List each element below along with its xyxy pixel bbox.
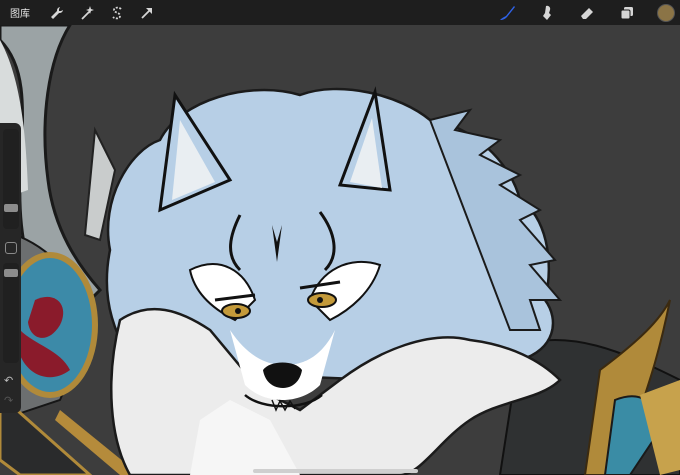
opacity-handle[interactable]	[4, 269, 18, 277]
modify-square-icon[interactable]	[5, 242, 17, 254]
brush-size-slider[interactable]	[3, 129, 19, 229]
top-toolbar: 图库	[0, 0, 680, 25]
color-swatch[interactable]	[657, 3, 675, 22]
brush-icon[interactable]	[497, 3, 517, 23]
layers-icon[interactable]	[617, 3, 637, 23]
home-indicator	[253, 469, 418, 473]
gallery-button[interactable]: 图库	[10, 5, 30, 20]
undo-arrow-icon[interactable]: ↶	[4, 374, 13, 387]
selection-s-icon[interactable]	[108, 4, 126, 22]
opacity-slider[interactable]	[3, 263, 19, 363]
wrench-icon[interactable]	[48, 4, 66, 22]
smudge-icon[interactable]	[537, 3, 557, 23]
magic-wand-icon[interactable]	[78, 4, 96, 22]
drawing-canvas[interactable]	[0, 0, 680, 475]
transform-arrow-icon[interactable]	[138, 4, 156, 22]
side-panel: ↶ ↷	[0, 123, 21, 413]
redo-arrow-icon[interactable]: ↷	[4, 394, 13, 407]
brush-size-handle[interactable]	[4, 204, 18, 212]
eraser-icon[interactable]	[577, 3, 597, 23]
